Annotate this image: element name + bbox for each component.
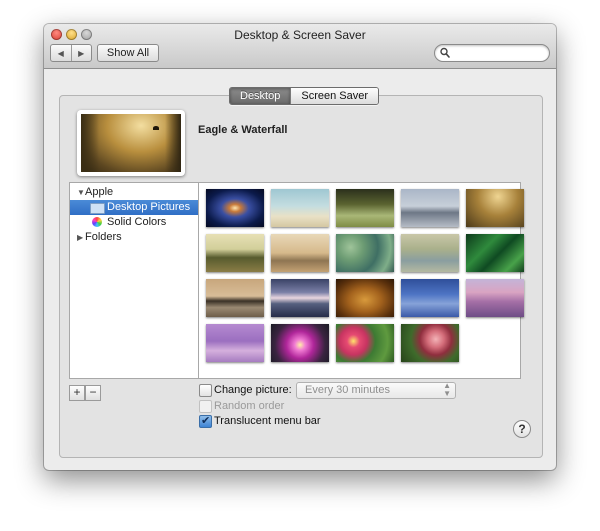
wallpaper-thumb-lion[interactable] bbox=[336, 279, 394, 317]
wallpaper-thumb-beach[interactable] bbox=[271, 189, 329, 227]
back-arrow-icon: ◀ bbox=[57, 48, 64, 58]
interval-value: Every 30 minutes bbox=[305, 384, 390, 396]
wallpaper-thumb-blue-moon[interactable] bbox=[401, 279, 459, 317]
wallpaper-preview-image bbox=[81, 114, 181, 172]
wallpaper-thumb-island[interactable] bbox=[206, 279, 264, 317]
tab-desktop[interactable]: Desktop bbox=[230, 88, 291, 104]
wallpaper-thumb-mountain-fuji[interactable] bbox=[466, 279, 524, 317]
source-item-label: Solid Colors bbox=[107, 216, 167, 228]
source-item-solid-colors[interactable]: Solid Colors bbox=[70, 215, 198, 230]
wallpaper-thumb-eagle-waterfall[interactable] bbox=[466, 189, 524, 227]
wallpaper-thumb-purple-haze[interactable] bbox=[206, 324, 264, 362]
disclosure-open-icon[interactable]: ▼ bbox=[77, 185, 85, 200]
title-bar[interactable]: Desktop & Screen Saver ◀ ▶ Show All bbox=[44, 24, 556, 69]
forward-arrow-icon: ▶ bbox=[78, 48, 85, 58]
back-button[interactable]: ◀ bbox=[51, 45, 72, 61]
wallpaper-thumb-galaxy[interactable] bbox=[206, 189, 264, 227]
disclosure-closed-icon[interactable]: ▶ bbox=[77, 230, 83, 245]
wallpaper-thumb-berries[interactable] bbox=[401, 324, 459, 362]
tab-screen-saver[interactable]: Screen Saver bbox=[290, 88, 379, 104]
folder-icon bbox=[90, 203, 105, 214]
search-input[interactable] bbox=[453, 46, 543, 59]
forward-button[interactable]: ▶ bbox=[72, 45, 92, 61]
updown-arrows-icon: ▲ ▼ bbox=[443, 381, 451, 398]
wallpaper-grid[interactable] bbox=[198, 182, 524, 379]
wallpaper-thumb-elephant[interactable] bbox=[206, 234, 264, 272]
add-source-button[interactable]: + bbox=[69, 385, 85, 401]
random-order-label: Random order bbox=[214, 400, 285, 412]
source-item-label: Apple bbox=[85, 186, 114, 198]
window-title: Desktop & Screen Saver bbox=[234, 28, 366, 42]
wallpaper-thumb-grass-field[interactable] bbox=[336, 189, 394, 227]
remove-source-button[interactable]: − bbox=[85, 385, 101, 401]
current-wallpaper-preview bbox=[77, 110, 185, 176]
change-interval-popup: Every 30 minutes ▲ ▼ bbox=[296, 382, 456, 399]
source-item-apple[interactable]: ▼ Apple bbox=[70, 185, 198, 200]
wallpaper-thumb-lily-pads[interactable] bbox=[336, 234, 394, 272]
eagle-icon bbox=[153, 126, 159, 130]
translucent-menu-bar-checkbox[interactable] bbox=[199, 414, 212, 428]
back-forward-control: ◀ ▶ bbox=[50, 44, 92, 62]
wallpaper-thumb-zebras[interactable] bbox=[271, 234, 329, 272]
wallpaper-thumb-pink-flowers[interactable] bbox=[336, 324, 394, 362]
wallpaper-thumb-misty-lake[interactable] bbox=[401, 189, 459, 227]
random-order-checkbox bbox=[199, 400, 212, 413]
search-field[interactable] bbox=[434, 44, 550, 62]
source-item-desktop-pictures[interactable]: Desktop Pictures bbox=[70, 200, 198, 215]
change-picture-checkbox[interactable] bbox=[199, 384, 212, 397]
source-list[interactable]: ▼ Apple Desktop Pictures Solid Colors ▶ … bbox=[69, 182, 199, 379]
source-item-label: Folders bbox=[85, 231, 122, 243]
help-button[interactable]: ? bbox=[513, 420, 531, 438]
search-icon bbox=[440, 47, 450, 58]
current-wallpaper-name: Eagle & Waterfall bbox=[198, 124, 288, 136]
tab-bar: Desktop Screen Saver bbox=[229, 87, 380, 105]
color-wheel-icon bbox=[92, 217, 102, 227]
change-picture-label: Change picture: bbox=[214, 384, 292, 396]
show-all-button[interactable]: Show All bbox=[97, 44, 159, 62]
wallpaper-thumb-grass-field-pastel[interactable] bbox=[401, 234, 459, 272]
wallpaper-thumb-dusk-lake[interactable] bbox=[271, 279, 329, 317]
source-item-folders[interactable]: ▶ Folders bbox=[70, 230, 198, 245]
wallpaper-thumb-green-leaves[interactable] bbox=[466, 234, 524, 272]
preferences-window: Desktop & Screen Saver ◀ ▶ Show All Desk… bbox=[44, 24, 556, 470]
translucent-menu-bar-label: Translucent menu bar bbox=[214, 415, 321, 427]
source-item-label: Desktop Pictures bbox=[107, 201, 191, 213]
wallpaper-thumb-lotus-flower[interactable] bbox=[271, 324, 329, 362]
